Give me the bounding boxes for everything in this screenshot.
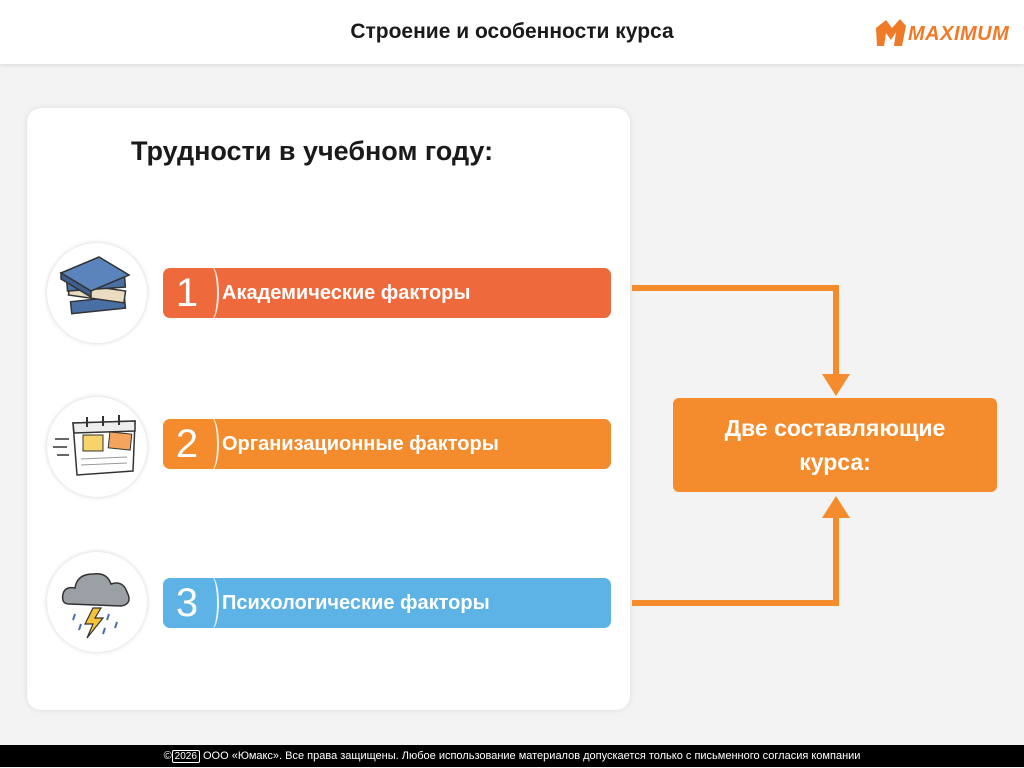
maximum-logo-icon (876, 19, 906, 46)
copyright-icon: © (163, 750, 172, 762)
page-title: Строение и особенности курса (350, 20, 674, 43)
target-box: Две составляющие курса: (673, 398, 997, 492)
footer: © 2026 ООО «Юмакс». Все права защищены. Л… (0, 745, 1024, 767)
storm-cloud-icon (47, 552, 147, 652)
calendar-icon (47, 397, 147, 497)
factor-label: Психологические факторы (222, 592, 490, 614)
target-line-1: Две составляющие (724, 415, 946, 441)
logo-text: MAXIMUM (908, 23, 1010, 45)
factor-label: Организационные факторы (222, 433, 499, 455)
factor-divider (203, 266, 219, 320)
footer-text: ООО «Юмакс». Все права защищены. Любое и… (202, 750, 861, 762)
arrow-up-head (822, 496, 850, 518)
books-icon (47, 243, 147, 343)
factor-divider (203, 576, 219, 630)
factor-divider (203, 417, 219, 471)
header: Строение и особенности курса MAXIMUM (0, 0, 1024, 64)
factor-bar-organizational: 2 Организационные факторы (163, 417, 611, 471)
logo: MAXIMUM (874, 14, 1019, 54)
copyright-year: 2026 (171, 750, 200, 763)
card-title: Трудности в учебном году: (131, 136, 494, 166)
arrow-down-head (822, 374, 850, 396)
factor-bar-academic: 1 Академические факторы (163, 266, 611, 320)
target-line-2: курса: (799, 449, 871, 475)
factor-bar-psychological: 3 Психологические факторы (163, 576, 611, 630)
arrow-top-connector (632, 285, 839, 378)
arrow-bottom-connector (632, 514, 839, 606)
factor-label: Академические факторы (222, 282, 471, 304)
